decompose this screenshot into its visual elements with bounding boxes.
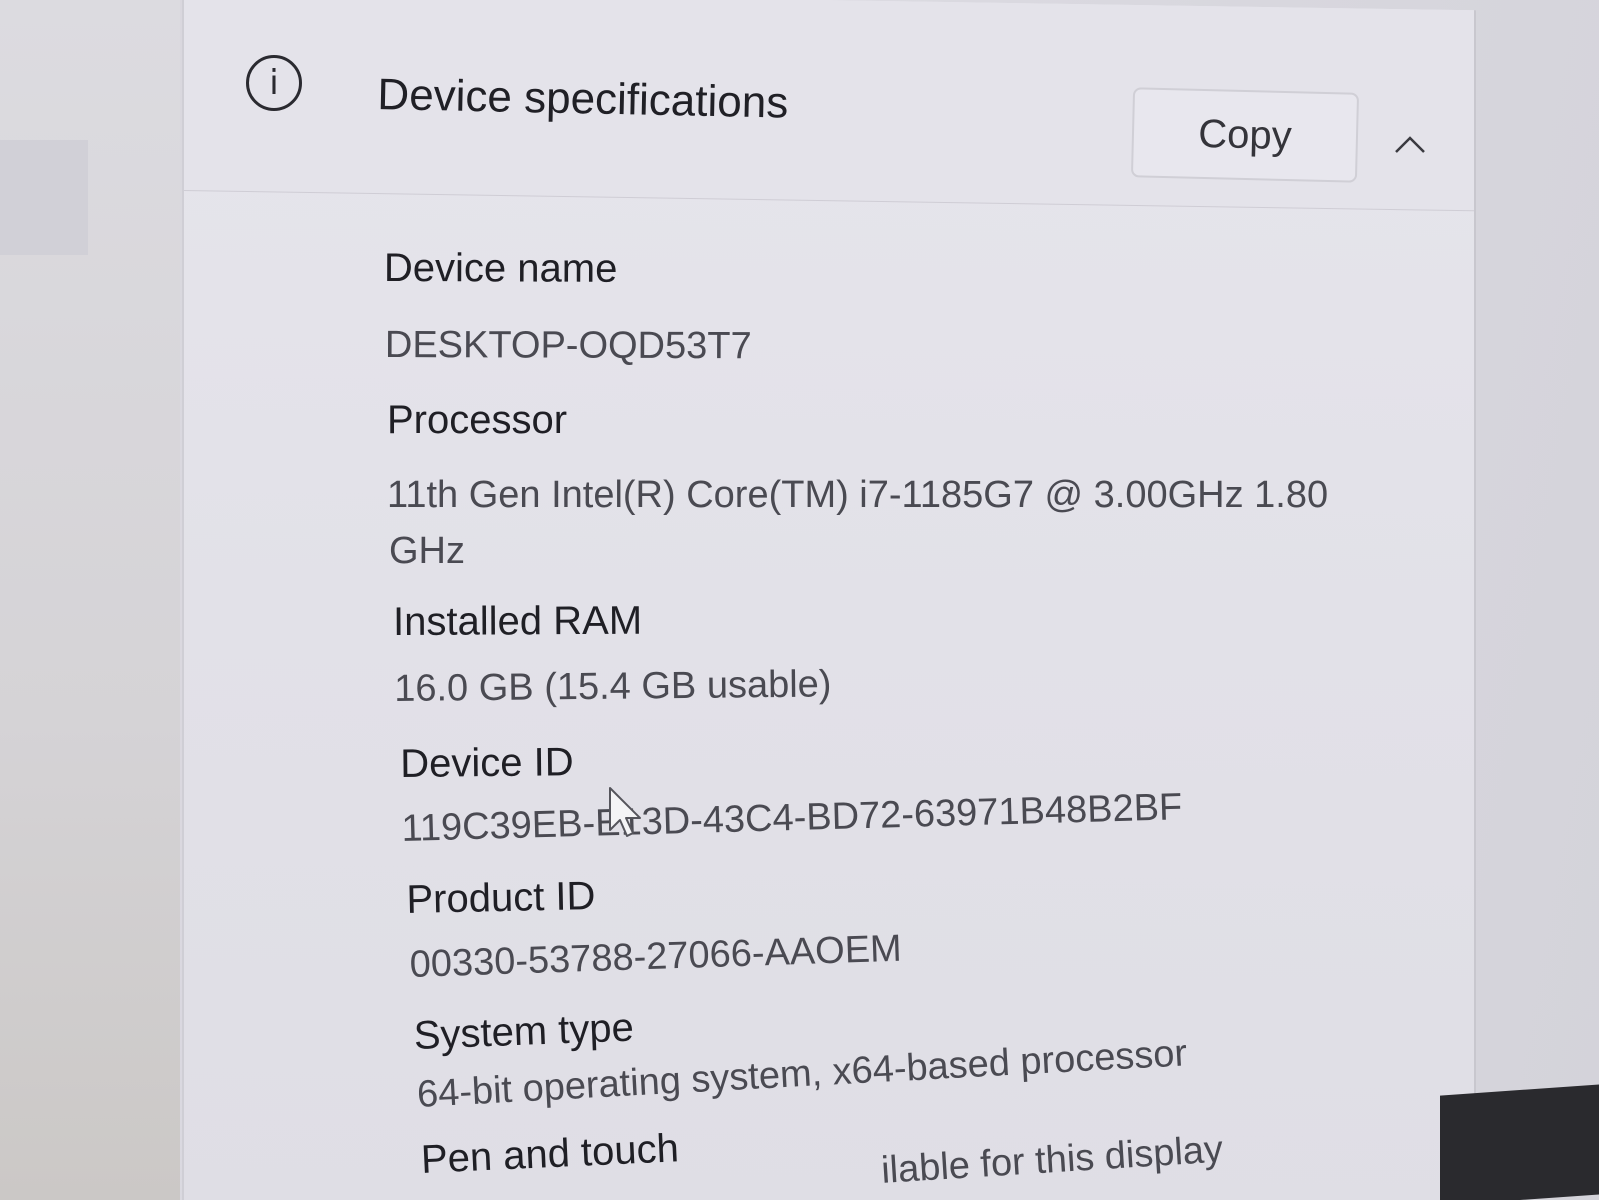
screen-bezel — [1440, 1084, 1599, 1200]
device-id-value: 119C39EB-E13D-43C4-BD72-63971B48B2BF — [401, 786, 1183, 850]
device-name-label: Device name — [383, 246, 618, 291]
pen-and-touch-label: Pen and touch — [420, 1126, 680, 1182]
pen-and-touch-value: ilable for this display — [880, 1128, 1225, 1192]
system-type-label: System type — [413, 1005, 635, 1058]
device-id-label: Device ID — [400, 740, 574, 786]
spec-list: Device name DESKTOP-OQD53T7 Processor 11… — [0, 0, 1599, 1200]
device-name-value: DESKTOP-OQD53T7 — [384, 324, 752, 368]
product-id-label: Product ID — [406, 874, 596, 922]
mouse-cursor-icon — [609, 787, 641, 837]
installed-ram-value: 16.0 GB (15.4 GB usable) — [394, 663, 832, 710]
processor-value-line2: GHz — [389, 530, 465, 572]
settings-window: i Device specifications Copy Device name… — [0, 0, 1599, 1200]
processor-label: Processor — [387, 398, 568, 442]
installed-ram-label: Installed RAM — [393, 598, 643, 644]
product-id-value: 00330-53788-27066-AAOEM — [409, 927, 903, 986]
processor-value-line1: 11th Gen Intel(R) Core(TM) i7-1185G7 @ 3… — [387, 474, 1329, 516]
